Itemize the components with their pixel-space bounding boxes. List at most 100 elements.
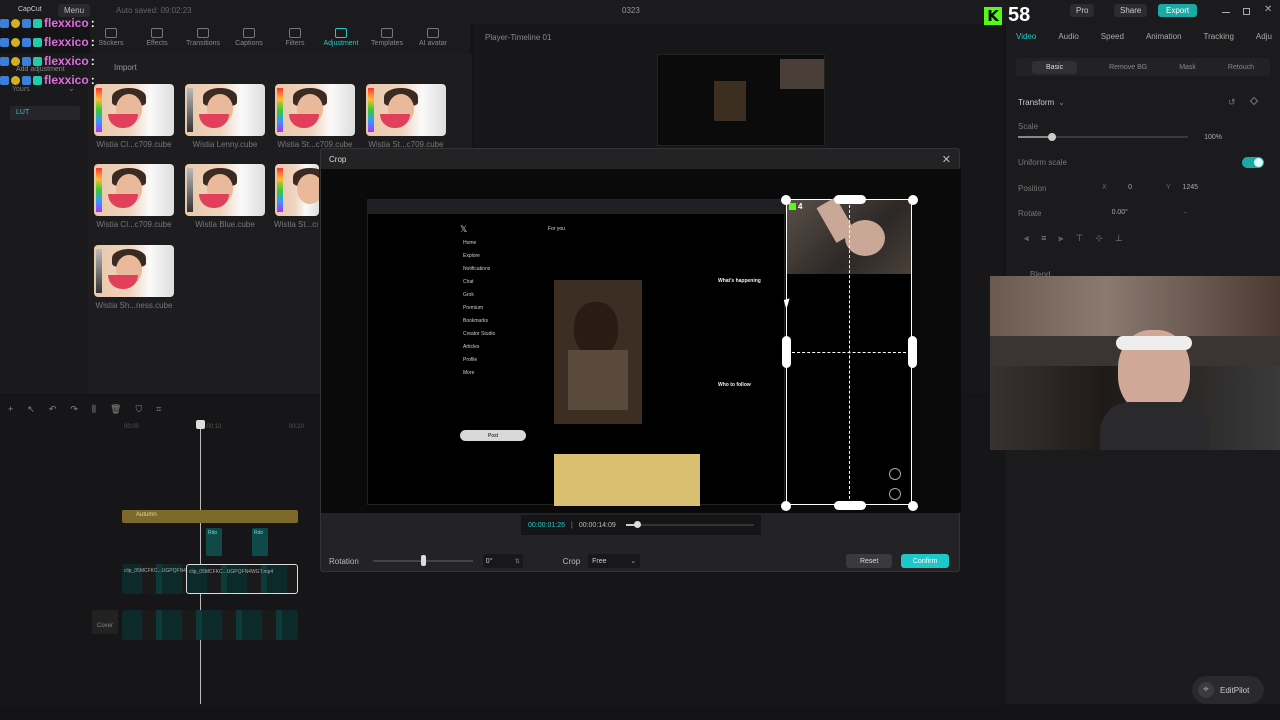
crop-handle-right[interactable] xyxy=(908,336,917,368)
chat-message: flexxico: xyxy=(0,16,95,30)
main-video-track[interactable] xyxy=(122,610,298,640)
tab-audio[interactable]: Audio xyxy=(1058,32,1078,41)
lut-thumbnail[interactable] xyxy=(366,84,446,136)
crop-icon[interactable]: ⌗ xyxy=(156,404,161,415)
close-icon[interactable]: ✕ xyxy=(942,153,951,166)
playhead[interactable] xyxy=(200,422,201,704)
playhead-handle[interactable] xyxy=(196,420,205,429)
crop-selection[interactable]: 4 xyxy=(786,197,912,505)
align-center-icon[interactable]: ≡ xyxy=(1041,233,1046,244)
confirm-button[interactable]: Confirm xyxy=(901,554,950,568)
rotate-input[interactable]: 0.00° xyxy=(1092,206,1132,219)
crop-dialog-title: Crop xyxy=(329,154,347,164)
tool-templates[interactable]: Templates xyxy=(366,24,408,54)
lut-thumbnail[interactable] xyxy=(94,245,174,297)
rotate-flip[interactable]: - xyxy=(1184,208,1187,217)
tab-animation[interactable]: Animation xyxy=(1146,32,1182,41)
subtab-remove-bg[interactable]: Remove BG xyxy=(1109,64,1147,71)
lut-thumbnail[interactable] xyxy=(275,164,319,216)
transform-heading: Transform xyxy=(1018,98,1055,107)
scale-slider-thumb[interactable] xyxy=(1048,133,1056,141)
crop-handle-top-left[interactable] xyxy=(781,195,791,205)
subtab-basic[interactable]: Basic xyxy=(1031,60,1078,74)
tool-stickers[interactable]: Stickers xyxy=(90,24,132,54)
delete-icon[interactable]: 🗑 xyxy=(110,404,121,415)
tool-ai-avatar[interactable]: AI avatar xyxy=(412,24,454,54)
scale-input[interactable]: 100% xyxy=(1186,131,1226,144)
lut-category[interactable]: LUT xyxy=(10,106,80,120)
tool-transitions[interactable]: Transitions xyxy=(182,24,224,54)
crop-handle-bottom-right[interactable] xyxy=(908,501,918,511)
yours-dropdown[interactable]: Yours xyxy=(12,86,30,93)
add-icon[interactable]: + xyxy=(8,404,13,415)
effects-icon xyxy=(151,28,163,38)
crop-handle-top[interactable] xyxy=(834,195,866,204)
subtab-mask[interactable]: Mask xyxy=(1179,64,1196,71)
lut-thumbnail[interactable] xyxy=(185,84,265,136)
total-time: 00:00:14:09 xyxy=(578,521,616,529)
reset-button[interactable]: Reset xyxy=(846,554,893,568)
close-icon[interactable]: ✕ xyxy=(1264,4,1272,15)
lut-thumbnail[interactable] xyxy=(94,164,174,216)
rotation-input[interactable]: 0° ⇅ xyxy=(482,554,523,568)
lut-thumbnail[interactable] xyxy=(185,164,265,216)
import-button[interactable]: Import xyxy=(114,63,137,72)
rotation-slider-thumb[interactable] xyxy=(420,555,426,566)
share-button[interactable]: Share xyxy=(1114,4,1148,17)
align-right-icon[interactable]: ⫸ xyxy=(1058,233,1063,244)
align-left-icon[interactable]: ⫷ xyxy=(1024,233,1029,244)
video-clip-selected[interactable]: clip_05MCFKC...UGPQFN4WGT.mp4 xyxy=(186,564,298,594)
crop-preview-area: 𝕏 Home Explore Notifications Chat Grok Premiu… xyxy=(321,169,961,513)
subtab-retouch[interactable]: Retouch xyxy=(1228,64,1254,71)
stepper-icon[interactable]: ⇅ xyxy=(515,558,520,565)
select-icon[interactable]: ↖ xyxy=(27,404,35,415)
audio-clip[interactable]: Autumn xyxy=(122,510,298,523)
maximize-icon[interactable] xyxy=(1243,8,1250,15)
playback-scrubber[interactable] xyxy=(625,521,754,528)
crop-handle-bottom[interactable] xyxy=(834,501,866,510)
position-y-input[interactable]: 1245 xyxy=(1162,181,1202,194)
tool-adjustment[interactable]: Adjustment xyxy=(320,24,362,54)
cover-button[interactable]: Cover xyxy=(92,610,118,634)
position-x-input[interactable]: 0 xyxy=(1096,181,1136,194)
templates-icon xyxy=(381,28,393,38)
align-bottom-icon[interactable]: ⊥ xyxy=(1115,233,1123,244)
crop-handle-top-right[interactable] xyxy=(908,195,918,205)
tab-speed[interactable]: Speed xyxy=(1101,32,1124,41)
rotation-slider[interactable] xyxy=(372,555,473,566)
lut-thumbnail[interactable] xyxy=(275,84,355,136)
shield-icon[interactable]: ⛉ xyxy=(135,404,142,415)
tab-video[interactable]: Video xyxy=(1016,32,1036,41)
pro-button[interactable]: Pro xyxy=(1070,4,1095,17)
redo-icon[interactable]: ↷ xyxy=(70,404,78,415)
small-clip[interactable]: Rdo xyxy=(252,528,268,556)
lut-thumbnail[interactable] xyxy=(94,84,174,136)
crop-handle-bottom-left[interactable] xyxy=(781,501,791,511)
scale-slider[interactable] xyxy=(1018,133,1188,141)
editpilot-badge[interactable]: ⌖ EditPilot xyxy=(1192,676,1264,704)
uniform-scale-toggle[interactable] xyxy=(1242,157,1264,168)
undo-icon[interactable]: ↶ xyxy=(49,404,57,415)
tool-filters[interactable]: Filters xyxy=(274,24,316,54)
tab-tracking[interactable]: Tracking xyxy=(1204,32,1234,41)
reset-icon[interactable]: ↺ xyxy=(1228,97,1236,108)
align-top-icon[interactable]: ⊤ xyxy=(1075,233,1083,244)
crop-ratio-select[interactable]: Free ⌄ xyxy=(588,554,641,568)
align-middle-icon[interactable]: ⊹ xyxy=(1095,233,1103,244)
kick-logo-icon: K xyxy=(984,6,1002,25)
split-icon[interactable]: ⫼ xyxy=(92,404,96,415)
kick-viewer-count: K 58 xyxy=(984,4,1030,27)
playback-bar: 00:00:01:26 | 00:00:14:09 xyxy=(521,515,761,535)
property-tabs: Video Audio Speed Animation Tracking Adj… xyxy=(1016,32,1272,41)
crop-handle-left[interactable] xyxy=(782,336,791,368)
tool-captions[interactable]: Captions xyxy=(228,24,270,54)
small-clip[interactable]: Rdo xyxy=(206,528,222,556)
tool-effects[interactable]: Effects xyxy=(136,24,178,54)
export-button[interactable]: Export xyxy=(1158,4,1198,17)
scrubber-thumb[interactable] xyxy=(634,521,642,528)
left-panel: Yours ⌄ LUT xyxy=(0,54,88,394)
chevron-down-icon[interactable]: ⌄ xyxy=(1058,98,1065,107)
video-clip[interactable]: clip_05MCFKC...UGPQFN4WGT.mp4 xyxy=(122,564,186,594)
minimize-icon[interactable] xyxy=(1222,12,1230,13)
tab-adjustment[interactable]: Adju xyxy=(1256,32,1272,41)
